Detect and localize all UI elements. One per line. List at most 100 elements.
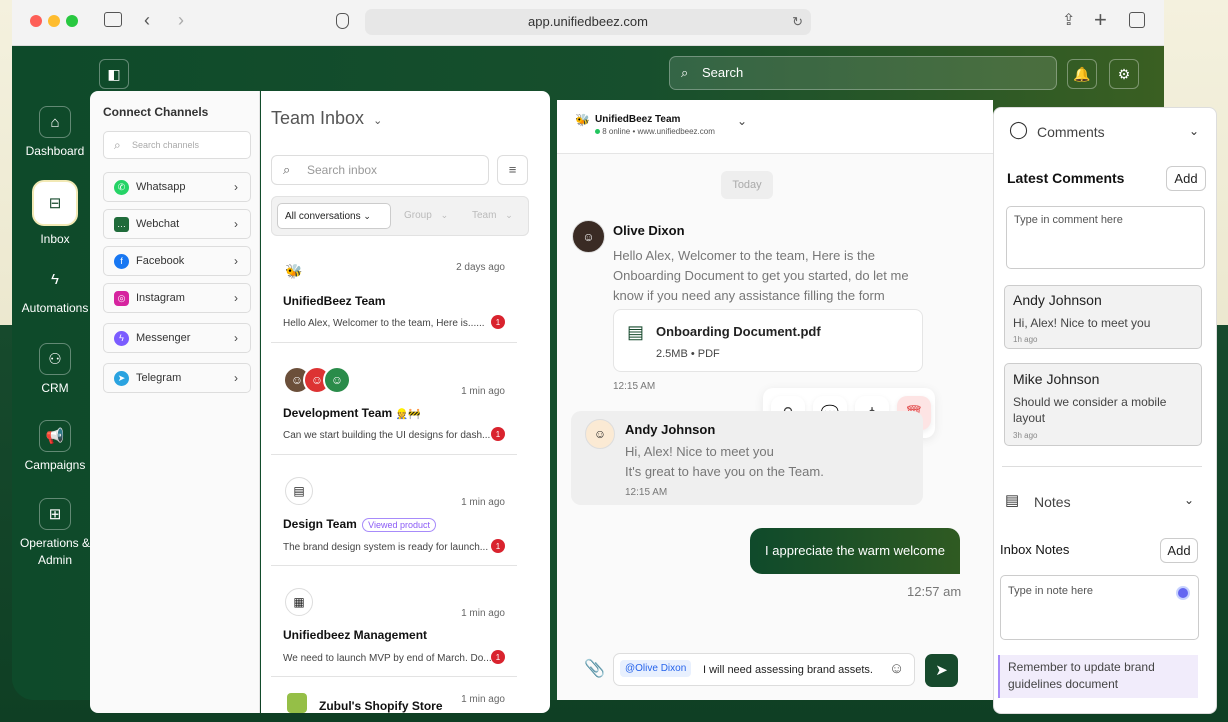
reload-icon[interactable]: ↻ (792, 9, 803, 35)
inbox-title[interactable]: Team Inbox ⌄ (271, 108, 382, 129)
unread-badge: 1 (491, 539, 505, 553)
chevron-right-icon: › (234, 371, 238, 385)
minimize-window-button[interactable] (48, 15, 60, 27)
filter-group[interactable]: Group ⌄ (404, 210, 448, 221)
channel-label: Messenger (136, 332, 191, 344)
send-icon: ➤ (935, 662, 948, 679)
search-icon: ⌕ (283, 162, 291, 177)
channels-search-input[interactable]: ⌕ Search channels (103, 131, 251, 159)
message-input[interactable]: @Olive Dixon I will need assessing brand… (613, 653, 915, 686)
nav-crm[interactable]: ⚇ CRM (12, 343, 98, 395)
nav-label: Dashboard (25, 144, 85, 158)
channels-search-placeholder: Search channels (132, 140, 200, 150)
message-line: Onboarding Document to get you started, … (613, 268, 909, 283)
nav-label: Campaigns (24, 458, 86, 472)
outgoing-message: I appreciate the warm welcome (750, 528, 960, 574)
add-comment-button[interactable]: Add (1166, 166, 1206, 191)
channel-telegram[interactable]: ➤ Telegram › (103, 363, 251, 393)
message-time: 12:15 AM (625, 487, 668, 498)
filter-all-conversations[interactable]: All conversations ⌄ (277, 203, 391, 229)
comments-panel: ◯ Comments ⌄ Latest Comments Add Type in… (993, 107, 1217, 714)
conversation-name: Unifiedbeez Management (283, 628, 428, 642)
comment-item: Andy Johnson Hi, Alex! Nice to meet you … (1004, 285, 1202, 349)
tabs-overview-icon[interactable] (1129, 12, 1145, 28)
conversation-preview: Can we start building the UI designs for… (283, 430, 491, 441)
send-button[interactable]: ➤ (925, 654, 958, 687)
instagram-icon: ◎ (114, 290, 129, 306)
inbox-search-input[interactable]: ⌕ Search inbox (271, 155, 489, 185)
channel-facebook[interactable]: f Facebook › (103, 246, 251, 276)
new-tab-icon[interactable]: + (1094, 7, 1107, 33)
note-input[interactable]: Type in note here (1000, 575, 1199, 640)
message-line: Hello Alex, Welcomer to the team, Here i… (613, 248, 876, 263)
share-icon[interactable]: ⇪ (1062, 10, 1075, 30)
conversation-time: 2 days ago (456, 262, 505, 273)
attachment-paperclip-icon[interactable]: 📎 (584, 659, 605, 679)
unread-badge: 1 (491, 427, 505, 441)
facebook-icon: f (114, 253, 129, 269)
avatar: ☺ (323, 366, 351, 394)
chevron-down-icon: ⌄ (440, 210, 449, 220)
sidebar-toggle-icon[interactable] (104, 12, 122, 27)
shield-icon[interactable] (336, 13, 349, 29)
search-icon: ⌕ (681, 65, 689, 80)
viewed-product-tag: Viewed product (362, 518, 437, 532)
close-window-button[interactable] (30, 15, 42, 27)
maximize-window-button[interactable] (66, 15, 78, 27)
note-reminder: Remember to update brand guidelines docu… (998, 655, 1198, 698)
filter-icon[interactable]: ≡ (497, 155, 528, 185)
channel-webchat[interactable]: … Webchat › (103, 209, 251, 239)
file-name: Onboarding Document.pdf (656, 324, 821, 339)
shopify-icon (287, 693, 307, 713)
lightning-icon: ϟ (51, 270, 59, 288)
chevron-down-icon[interactable]: ⌄ (737, 114, 747, 128)
comment-input[interactable]: Type in comment here (1006, 206, 1205, 269)
conversation-item[interactable]: 🐝 2 days ago UnifiedBeez Team Hello Alex… (271, 247, 517, 343)
channels-title: Connect Channels (103, 105, 209, 119)
nav-label: Admin (37, 553, 72, 567)
message-time: 12:15 AM (613, 381, 656, 392)
conversation-time: 1 min ago (461, 497, 505, 508)
collapse-panel-icon[interactable]: ◧ (99, 59, 129, 89)
assistant-orb-icon[interactable] (1176, 586, 1190, 600)
chevron-down-icon[interactable]: ⌄ (1189, 124, 1199, 138)
filter-team[interactable]: Team ⌄ (472, 210, 513, 221)
inbox-filters: All conversations ⌄ Group ⌄ Team ⌄ (271, 196, 529, 236)
back-icon[interactable]: ‹ (144, 10, 150, 31)
team-inbox-panel: Team Inbox ⌄ ⌕ Search inbox ≡ All conver… (261, 91, 550, 713)
conversation-item[interactable]: ▤ 1 min ago Design Team Viewed product T… (271, 455, 517, 566)
add-note-button[interactable]: Add (1160, 538, 1198, 563)
channel-label: Whatsapp (136, 181, 186, 193)
conversation-item[interactable]: 1 min ago Zubul's Shopify Store (271, 677, 517, 713)
browser-toolbar: ‹ › app.unifiedbeez.com ↻ ⇪ + (12, 0, 1164, 46)
chat-header: 🐝 UnifiedBeez Team 8 online • www.unifie… (557, 100, 993, 154)
conversation-item[interactable]: ▦ 1 min ago Unifiedbeez Management We ne… (271, 566, 517, 677)
mention-chip: @Olive Dixon (620, 660, 692, 677)
chat-status: 8 online • www.unifiedbeez.com (595, 127, 715, 136)
conversation-item[interactable]: ☺ ☺ ☺ 1 min ago Development Team 👷🚧 Can … (271, 343, 517, 455)
chevron-right-icon: › (234, 331, 238, 345)
nav-label: Operations & (19, 536, 91, 550)
comment-time: 1h ago (1013, 335, 1038, 344)
latest-comments-title: Latest Comments (1007, 170, 1125, 186)
channel-instagram[interactable]: ◎ Instagram › (103, 283, 251, 313)
nav-operations-admin[interactable]: ⊞ Operations & Admin (12, 498, 98, 567)
notification-bell-icon[interactable]: 🔔 (1067, 59, 1097, 89)
nav-campaigns[interactable]: 📢 Campaigns (12, 420, 98, 472)
forward-icon[interactable]: › (178, 10, 184, 31)
emoji-icon[interactable]: ☺ (889, 660, 904, 677)
channel-messenger[interactable]: ϟ Messenger › (103, 323, 251, 353)
conversation-name-text: Design Team (283, 517, 357, 531)
settings-gear-icon[interactable]: ⚙ (1109, 59, 1139, 89)
telegram-icon: ➤ (114, 370, 129, 386)
address-bar[interactable]: app.unifiedbeez.com ↻ (365, 9, 811, 35)
channel-whatsapp[interactable]: ✆ Whatsapp › (103, 172, 251, 202)
nav-dashboard[interactable]: ⌂ Dashboard (12, 106, 98, 158)
nav-inbox[interactable]: ⊟ Inbox (12, 180, 98, 246)
whatsapp-icon: ✆ (114, 179, 129, 195)
global-search-input[interactable]: ⌕ Search (669, 56, 1057, 90)
file-attachment[interactable]: ▤ Onboarding Document.pdf 2.5MB • PDF (613, 309, 923, 372)
chevron-down-icon[interactable]: ⌄ (1184, 493, 1194, 507)
nav-automations[interactable]: ϟ Automations (12, 263, 98, 316)
message-sender: Olive Dixon (613, 223, 685, 238)
